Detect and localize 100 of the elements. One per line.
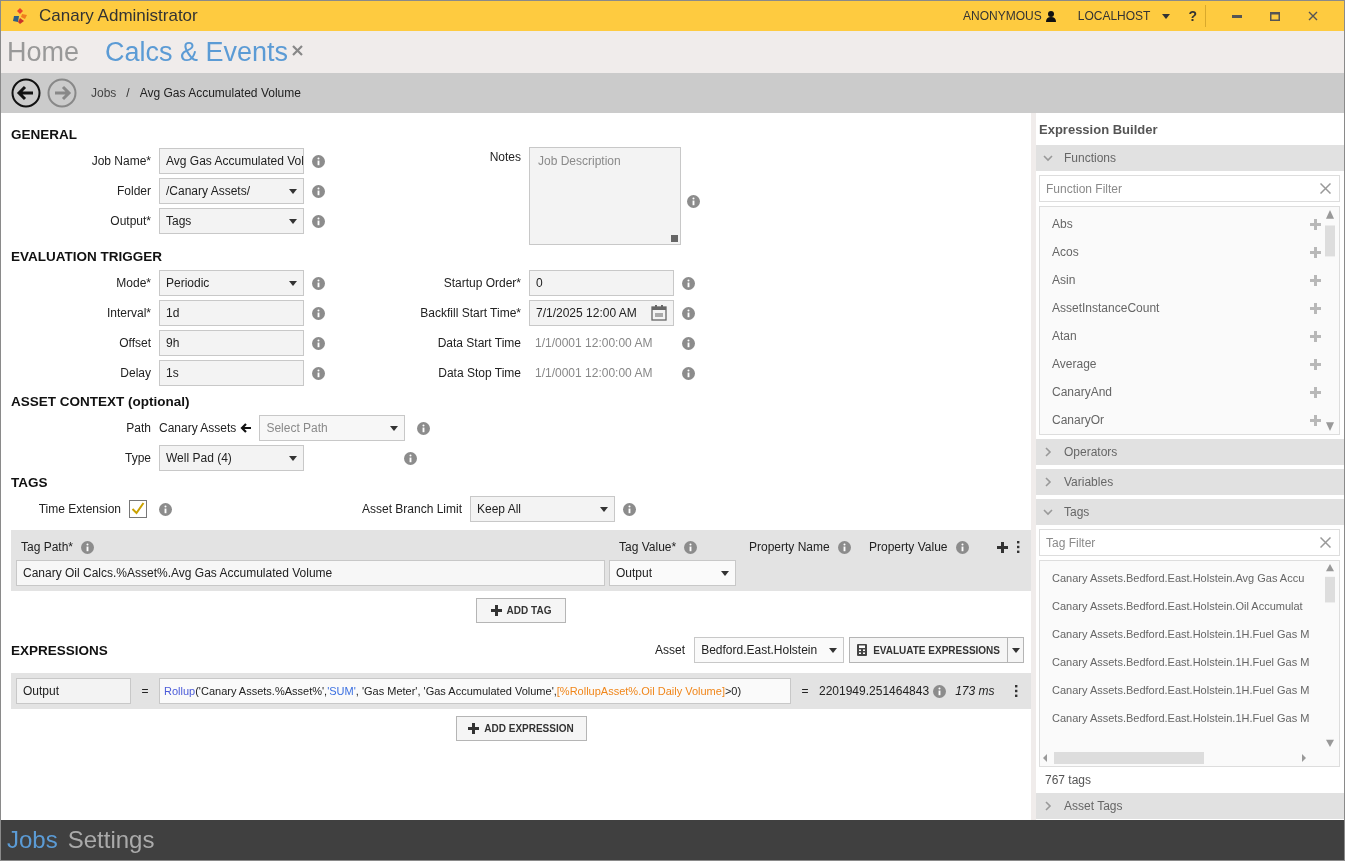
section-header[interactable]: Asset Tags: [1036, 793, 1344, 819]
caret-icon: [289, 218, 297, 224]
section-heading: GENERAL: [11, 127, 78, 142]
output-name-field[interactable]: Output: [16, 678, 131, 704]
caret-icon: [829, 647, 838, 653]
dropdown[interactable]: Keep All: [470, 496, 615, 522]
input-field[interactable]: 9h: [159, 330, 304, 356]
dropdown[interactable]: Periodic: [159, 270, 304, 296]
field-label: Notes: [488, 150, 522, 164]
list-item[interactable]: Average: [1052, 350, 1321, 378]
more-icon[interactable]: [1014, 685, 1018, 697]
input-field[interactable]: 0: [529, 270, 674, 296]
evaluate-menu-button[interactable]: [1008, 637, 1024, 663]
section-heading: EVALUATION TRIGGER: [11, 249, 163, 264]
info-icon: [81, 540, 95, 554]
arrow-left-icon[interactable]: [240, 423, 252, 433]
back-button[interactable]: [11, 78, 41, 108]
add-expression-button[interactable]: ADD EXPRESSION: [455, 716, 587, 741]
list-item[interactable]: Canary Assets.Bedford.East.Holstein.1H.Fuel Gas M: [1052, 704, 1321, 732]
section-header[interactable]: Variables: [1036, 469, 1344, 495]
info-icon: [312, 184, 325, 198]
info-icon: [933, 684, 947, 698]
info-icon: [312, 336, 325, 350]
vertical-scrollbar[interactable]: [1324, 210, 1336, 431]
date-field[interactable]: 7/1/2025 12:00 AM: [529, 300, 674, 326]
list-item[interactable]: Asin: [1052, 266, 1321, 294]
add-tag-button[interactable]: ADD TAG: [476, 598, 566, 623]
help-button[interactable]: ?: [1188, 8, 1197, 24]
asset-dropdown[interactable]: Bedford.East.Holstein: [694, 637, 845, 663]
dropdown[interactable]: Output: [609, 560, 736, 586]
plus-icon[interactable]: [997, 541, 1008, 553]
breadcrumb-item[interactable]: Jobs: [91, 86, 117, 100]
breadcrumb-item: Avg Gas Accumulated Volume: [139, 86, 301, 100]
list-item[interactable]: CanaryOr: [1052, 406, 1321, 434]
close-icon[interactable]: [1308, 11, 1318, 21]
tag-path-field[interactable]: Canary Oil Calcs.%Asset%.Avg Gas Accumulated Volume: [16, 560, 605, 586]
expression-field[interactable]: Rollup('Canary Assets.%Asset%','SUM', 'Gas Meter', 'Gas Accumulated Volume',[%RollupAsset%.Oil Daily Volume]>0): [159, 678, 791, 704]
info-icon: [312, 154, 325, 168]
field-label: Asset: [655, 643, 686, 657]
calendar-icon[interactable]: [651, 305, 667, 321]
list-item[interactable]: Canary Assets.Bedford.East.Holstein.1H.Fuel Gas M: [1052, 676, 1321, 704]
input-field[interactable]: 1d: [159, 300, 304, 326]
list-item[interactable]: Canary Assets.Bedford.East.Holstein.Oil Accumulat: [1052, 592, 1321, 620]
list-item[interactable]: AssetInstanceCount: [1052, 294, 1321, 322]
resize-grip-icon[interactable]: [671, 235, 678, 242]
column-header: Property Name: [749, 540, 830, 554]
section-header[interactable]: Tags: [1036, 499, 1344, 525]
section-header[interactable]: Functions: [1036, 145, 1344, 171]
dropdown[interactable]: /Canary Assets/: [159, 178, 304, 204]
list-item[interactable]: Canary Assets.Bedford.East.Holstein.Avg Gas Accu: [1052, 564, 1321, 592]
plus-icon[interactable]: [490, 605, 502, 616]
maximize-icon[interactable]: [1270, 11, 1280, 21]
list-item[interactable]: CanaryAnd: [1052, 378, 1321, 406]
info-icon: [312, 214, 325, 228]
notes-field[interactable]: Job Description: [529, 147, 681, 245]
server-dropdown[interactable]: LOCALHOST: [1077, 9, 1171, 23]
column-header: Tag Value*: [619, 540, 677, 554]
filter-field[interactable]: Tag Filter: [1039, 529, 1340, 556]
user-name[interactable]: ANONYMOUS: [963, 9, 1042, 23]
more-icon[interactable]: [1016, 541, 1020, 553]
minimize-icon[interactable]: [1232, 14, 1242, 18]
nav-tab[interactable]: Jobs: [7, 826, 58, 854]
list-item[interactable]: Canary Assets.Bedford.East.Holstein.1H.Fuel Gas M: [1052, 648, 1321, 676]
info-icon: [837, 540, 851, 554]
result-value: 2201949.251464843: [819, 684, 930, 698]
checkbox[interactable]: [129, 500, 147, 518]
dropdown[interactable]: Well Pad (4): [159, 445, 304, 471]
caret-icon: [1162, 13, 1171, 19]
info-icon: [159, 502, 172, 516]
clear-icon[interactable]: [1320, 183, 1331, 194]
field-label: Time Extension: [37, 502, 122, 516]
nav-tab[interactable]: Settings: [67, 826, 155, 854]
plus-icon[interactable]: [468, 723, 480, 734]
clear-icon[interactable]: [1320, 537, 1331, 548]
field-label: Data Start Time: [436, 336, 522, 350]
filter-field[interactable]: Function Filter: [1039, 175, 1340, 202]
field-label: Folder: [116, 184, 152, 198]
input-field[interactable]: 1s: [159, 360, 304, 386]
field-label: Mode*: [115, 276, 152, 290]
path-dropdown[interactable]: Select Path: [259, 415, 406, 441]
list-item[interactable]: Canary Assets.Bedford.East.Holstein.1H.Fuel Gas M: [1052, 620, 1321, 648]
forward-button[interactable]: [47, 78, 77, 108]
field-label: Path: [125, 421, 152, 435]
caret-icon: [289, 280, 297, 286]
list-item[interactable]: Acos: [1052, 238, 1321, 266]
chevron-icon: [1043, 507, 1053, 517]
list-item[interactable]: Atan: [1052, 322, 1321, 350]
section-header[interactable]: Operators: [1036, 439, 1344, 465]
chevron-icon: [1043, 447, 1053, 457]
evaluate-button[interactable]: EVALUATE EXPRESSIONS: [849, 637, 1008, 663]
logo-icon: [11, 7, 29, 25]
info-icon: [312, 276, 325, 290]
input-field[interactable]: Avg Gas Accumulated Vol: [159, 148, 304, 174]
close-icon[interactable]: [292, 44, 304, 56]
dropdown[interactable]: Tags: [159, 208, 304, 234]
info-icon: [417, 421, 431, 435]
list-item[interactable]: Abs: [1052, 210, 1321, 238]
column-header: Tag Path*: [21, 540, 74, 554]
vertical-scrollbar[interactable]: [1324, 564, 1336, 747]
app-title: Canary Administrator: [39, 6, 198, 26]
